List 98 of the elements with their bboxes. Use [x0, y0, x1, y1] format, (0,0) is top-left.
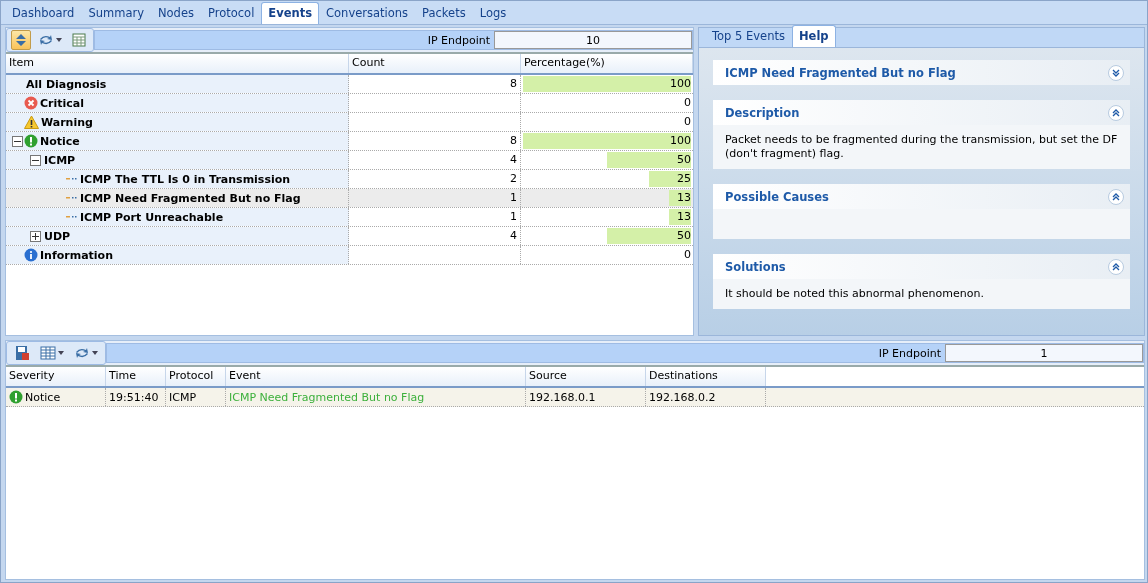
- caret-icon: [56, 38, 62, 42]
- collapse-button[interactable]: [1108, 258, 1124, 275]
- section-title: ICMP Need Fragmented But no Flag: [725, 65, 956, 80]
- time-cell: 19:51:40: [106, 388, 166, 406]
- section-title: Description: [725, 105, 800, 120]
- notice-icon: [24, 134, 38, 148]
- columns-button[interactable]: [37, 343, 67, 363]
- tab[interactable]: Protocol: [201, 2, 262, 24]
- section-text: It should be noted this abnormal phenomenon.: [725, 287, 984, 300]
- tree-item[interactable]: Critical: [6, 94, 349, 112]
- count-cell: 1: [349, 189, 521, 207]
- percentage-cell: 25: [677, 171, 691, 187]
- item-label: Warning: [41, 115, 93, 129]
- tab[interactable]: Nodes: [151, 2, 201, 24]
- percentage-cell: 50: [677, 228, 691, 244]
- destination-cell: 192.168.0.2: [646, 388, 766, 406]
- sort-button[interactable]: [11, 30, 31, 50]
- item-label: Critical: [40, 96, 84, 110]
- tree-item[interactable]: UDP: [6, 227, 349, 245]
- collapse-button[interactable]: [30, 154, 41, 166]
- percentage-cell: 13: [677, 209, 691, 225]
- dotted-line-icon: [66, 177, 78, 181]
- tab[interactable]: Top 5 Events: [705, 25, 792, 47]
- item-label: ICMP Need Fragmented But no Flag: [80, 191, 301, 205]
- tree-item[interactable]: ICMP Port Unreachable: [6, 208, 349, 226]
- tree-item[interactable]: ICMP: [6, 151, 349, 169]
- column-header[interactable]: Event: [226, 367, 526, 386]
- refresh-icon: [38, 34, 54, 46]
- double-chevron-down-icon: [1112, 68, 1120, 77]
- refresh-icon: [74, 347, 90, 359]
- column-header[interactable]: Source: [526, 367, 646, 386]
- tab[interactable]: Dashboard: [5, 2, 82, 24]
- caret-icon: [92, 351, 98, 355]
- column-header[interactable]: Item: [6, 54, 349, 73]
- section-title: Solutions: [725, 259, 786, 274]
- column-header[interactable]: Destinations: [646, 367, 766, 386]
- percentage-cell: 0: [684, 114, 691, 130]
- expand-button[interactable]: [1108, 64, 1124, 81]
- item-label: ICMP The TTL Is 0 in Transmission: [80, 172, 291, 186]
- percentage-cell: 50: [677, 152, 691, 168]
- grid-icon: [40, 346, 56, 360]
- source-cell: 192.168.0.1: [526, 388, 646, 406]
- column-header[interactable]: Time: [106, 367, 166, 386]
- protocol-cell: ICMP: [166, 388, 226, 406]
- error-icon: [24, 96, 38, 110]
- dotted-line-icon: [66, 215, 78, 219]
- section-text: Packet needs to be fragmented during the transmission, but set the DF (don't fragment) flag.: [725, 133, 1118, 160]
- tree-item[interactable]: Warning: [6, 113, 349, 131]
- up-down-icon: [14, 33, 28, 47]
- column-header[interactable]: Severity: [6, 367, 106, 386]
- tab[interactable]: Help: [792, 25, 836, 47]
- event-cell: ICMP Need Fragmented But no Flag: [226, 388, 526, 406]
- double-chevron-up-icon: [1112, 192, 1120, 201]
- tree-item[interactable]: Information: [6, 246, 349, 264]
- column-header[interactable]: Count: [349, 54, 521, 73]
- percentage-cell: 13: [677, 190, 691, 206]
- grid-icon: [72, 33, 86, 47]
- item-label: All Diagnosis: [26, 77, 107, 91]
- tree-item[interactable]: Notice: [6, 132, 349, 150]
- filter-label: IP Endpoint: [426, 33, 491, 47]
- filter-label: IP Endpoint: [877, 346, 942, 360]
- caret-icon: [58, 351, 64, 355]
- percentage-cell: 0: [684, 95, 691, 111]
- double-chevron-up-icon: [1112, 262, 1120, 271]
- event-row[interactable]: Notice 19:51:40 ICMP ICMP Need Fragmented But no Flag 192.168.0.1 192.168.0.2: [6, 388, 1144, 407]
- collapse-button[interactable]: [1108, 104, 1124, 121]
- expand-button[interactable]: [30, 230, 41, 242]
- dotted-line-icon: [66, 196, 78, 200]
- double-chevron-up-icon: [1112, 108, 1120, 117]
- tab[interactable]: Events: [261, 2, 320, 24]
- percentage-cell: 100: [670, 133, 691, 149]
- percentage-cell: 100: [670, 76, 691, 92]
- tab[interactable]: Packets: [415, 2, 473, 24]
- tab[interactable]: Summary: [81, 2, 151, 24]
- filter-value: 1: [945, 344, 1143, 362]
- notice-icon: [9, 390, 23, 404]
- tree-item[interactable]: ICMP The TTL Is 0 in Transmission: [6, 170, 349, 188]
- filter-value: 10: [494, 31, 692, 49]
- warning-icon: [24, 115, 39, 129]
- section-title: Possible Causes: [725, 189, 829, 204]
- plus-icon: [32, 232, 39, 240]
- save-icon: [14, 345, 30, 361]
- column-header[interactable]: Protocol: [166, 367, 226, 386]
- tree-item[interactable]: ICMP Need Fragmented But no Flag: [6, 189, 349, 207]
- tab[interactable]: Conversations: [319, 2, 416, 24]
- item-label: ICMP: [44, 153, 76, 167]
- tab[interactable]: Logs: [472, 2, 514, 24]
- column-header[interactable]: Percentage(%): [521, 54, 693, 73]
- item-label: Notice: [40, 134, 80, 148]
- severity-cell: Notice: [25, 390, 61, 404]
- percentage-cell: 0: [684, 247, 691, 263]
- item-label: Information: [40, 248, 113, 262]
- collapse-button[interactable]: [12, 135, 23, 147]
- item-label: UDP: [44, 229, 71, 243]
- tree-item[interactable]: All Diagnosis: [6, 75, 349, 93]
- collapse-button[interactable]: [1108, 188, 1124, 205]
- info-icon: [24, 248, 38, 262]
- item-label: ICMP Port Unreachable: [80, 210, 224, 224]
